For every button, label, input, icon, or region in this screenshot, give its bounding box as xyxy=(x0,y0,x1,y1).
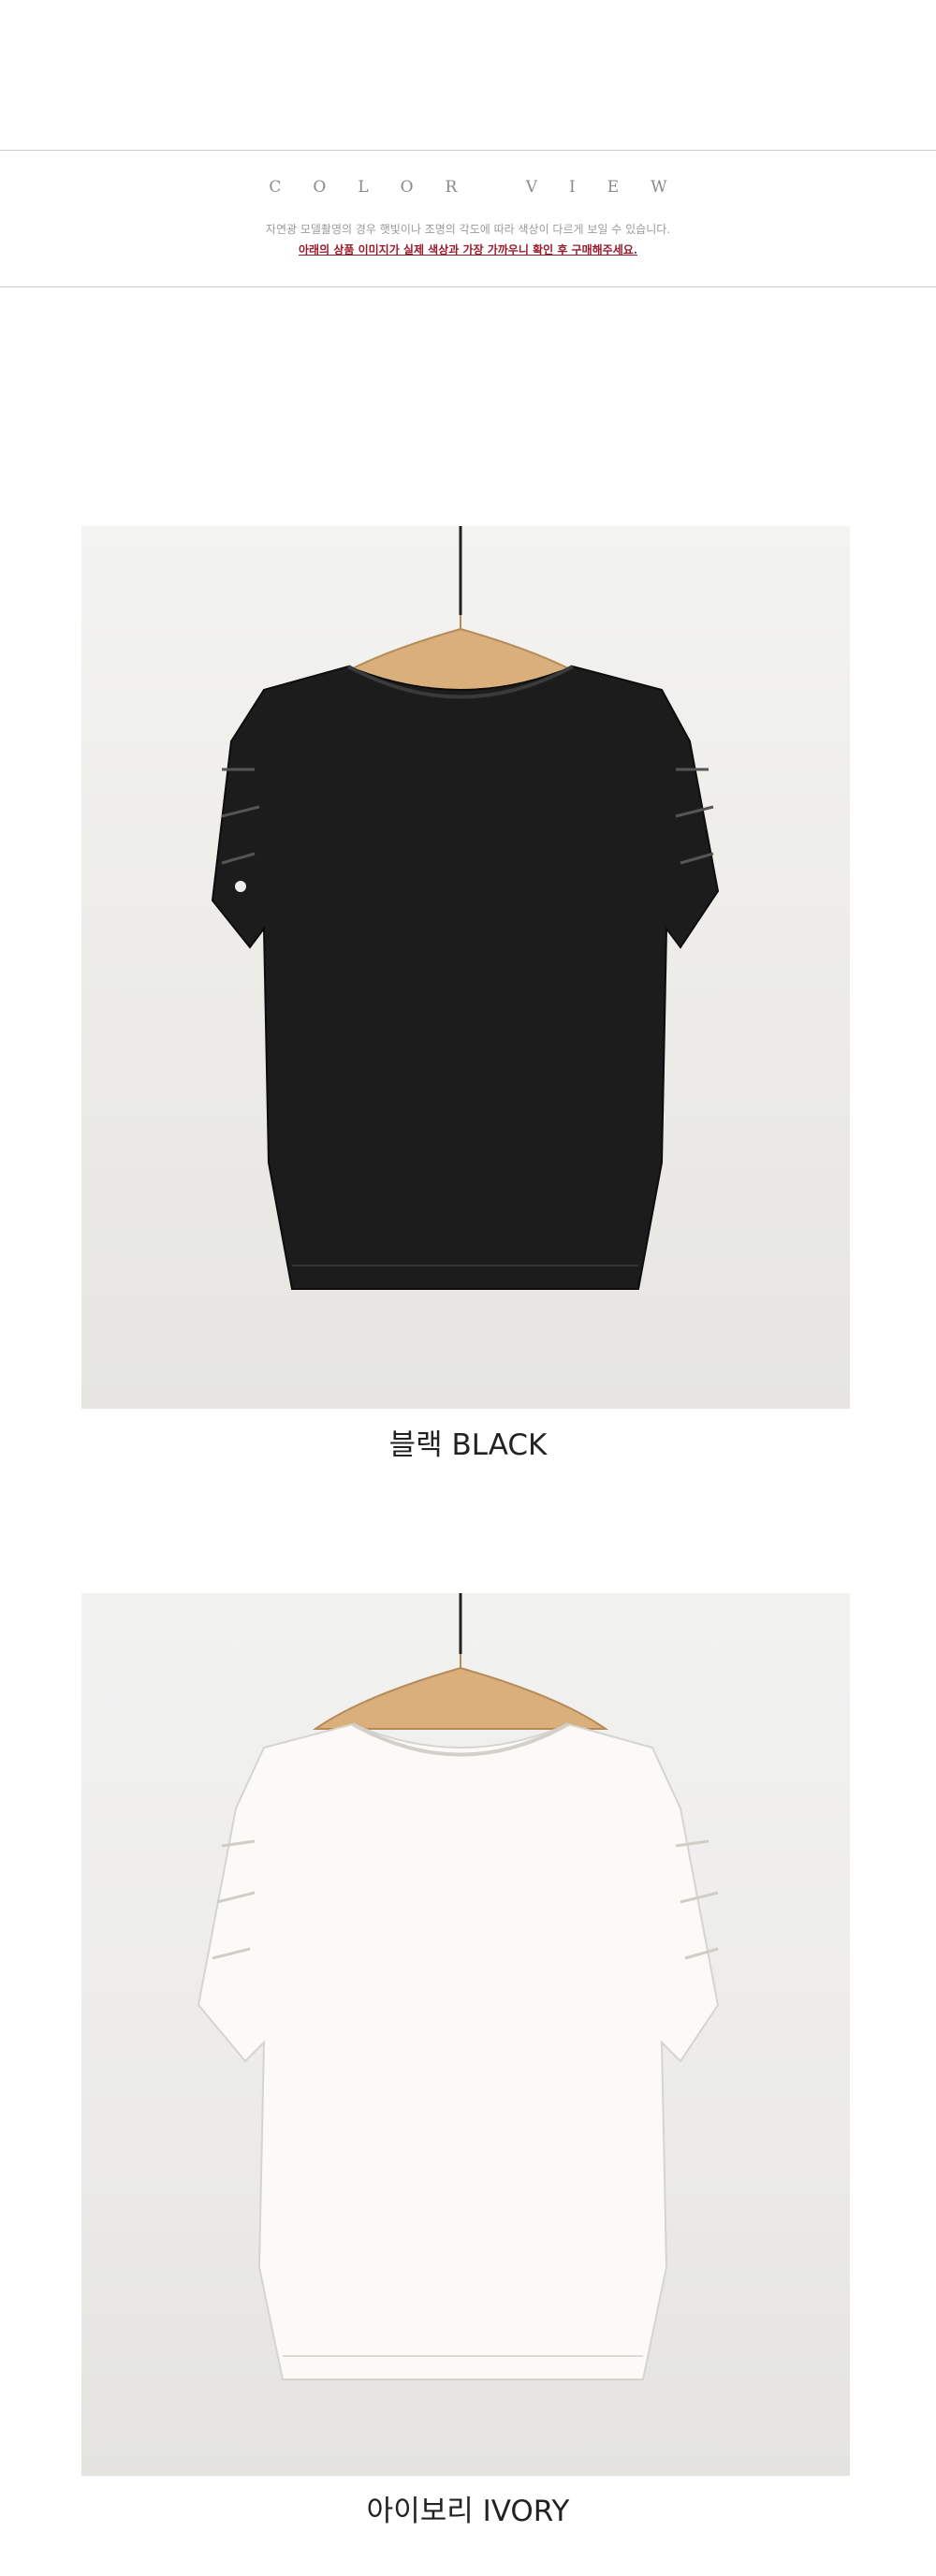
top-divider xyxy=(0,150,936,151)
color-label-ivory: 아이보리 IVORY xyxy=(366,2495,570,2528)
product-photo-ivory xyxy=(81,1593,850,2476)
hanger-icon xyxy=(312,1654,609,1730)
black-blouse-illustration xyxy=(211,526,720,1290)
section-title: COLOR VIEW xyxy=(269,178,699,197)
blouse-body xyxy=(197,1722,720,2380)
ivory-blouse-illustration xyxy=(197,1593,720,2380)
pearl-button xyxy=(235,881,246,892)
lighting-notice: 자연광 모델촬영의 경우 햇빛이나 조명의 각도에 따라 색상이 다르게 보일 … xyxy=(265,223,671,236)
blouse-body xyxy=(211,665,720,1290)
color-accuracy-notice: 아래의 상품 이미지가 실제 색상과 가장 가까우니 확인 후 구매해주세요. xyxy=(299,243,637,256)
product-photo-black xyxy=(81,526,850,1409)
color-label-black: 블랙 BLACK xyxy=(388,1428,548,1462)
bottom-divider xyxy=(0,286,936,287)
